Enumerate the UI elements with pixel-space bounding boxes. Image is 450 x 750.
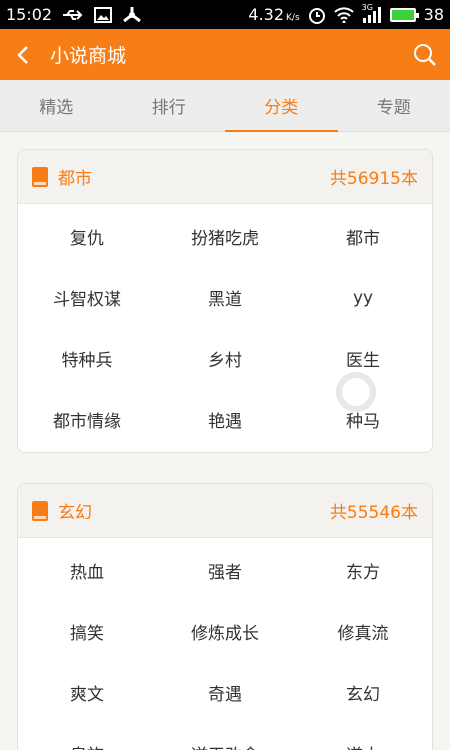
- battery-icon: [389, 7, 419, 22]
- tag-grid: 复仇 扮猪吃虎 都市 斗智权谋 黑道 yy 特种兵 乡村 医生 都市情缘 艳遇 …: [18, 204, 432, 452]
- book-icon: [32, 500, 48, 521]
- category-name: 玄幻: [58, 503, 92, 523]
- category-header[interactable]: 玄幻 共55546本: [18, 484, 432, 538]
- usb-icon: [62, 8, 84, 22]
- tag-item[interactable]: 道士: [294, 723, 432, 750]
- tag-grid: 热血 强者 东方 搞笑 修炼成长 修真流 爽文 奇遇 玄幻 皇族 逆天改命 道士: [18, 538, 432, 750]
- tag-item[interactable]: 都市情缘: [18, 389, 156, 450]
- tag-item[interactable]: 乡村: [156, 328, 294, 389]
- chevron-left-icon: [17, 45, 28, 64]
- status-time: 15:02: [6, 5, 53, 24]
- status-bar: 15:02 4.32 K/s 3G 38: [0, 0, 450, 29]
- tag-item[interactable]: 奇遇: [156, 662, 294, 723]
- app-bar: 小说商城: [0, 29, 450, 80]
- network-speed: 4.32 K/s: [248, 5, 300, 24]
- tag-item[interactable]: 逆天改命: [156, 723, 294, 750]
- loading-spinner: [336, 372, 376, 412]
- battery-level: 38: [423, 5, 444, 24]
- tab-featured[interactable]: 精选: [0, 80, 113, 131]
- tag-item[interactable]: 特种兵: [18, 328, 156, 389]
- tag-item[interactable]: 强者: [156, 540, 294, 601]
- tag-item[interactable]: 爽文: [18, 662, 156, 723]
- share-icon: [122, 6, 142, 24]
- tag-item[interactable]: 都市: [294, 206, 432, 267]
- search-button[interactable]: [400, 29, 450, 80]
- tag-item[interactable]: 黑道: [156, 267, 294, 328]
- tag-item[interactable]: 热血: [18, 540, 156, 601]
- tag-item[interactable]: 皇族: [18, 723, 156, 750]
- back-button[interactable]: [0, 29, 46, 80]
- signal-icon: 3G: [362, 3, 382, 23]
- search-icon: [414, 43, 436, 66]
- tag-item[interactable]: 东方: [294, 540, 432, 601]
- category-count: 共56915本: [329, 169, 418, 189]
- page-title: 小说商城: [50, 45, 127, 67]
- alarm-icon: [308, 6, 326, 24]
- tag-item[interactable]: 艳遇: [156, 389, 294, 450]
- image-icon: [94, 6, 113, 23]
- category-name: 都市: [58, 169, 92, 189]
- tag-item[interactable]: 玄幻: [294, 662, 432, 723]
- category-list: 都市 共56915本 复仇 扮猪吃虎 都市 斗智权谋 黑道 yy 特种兵 乡村 …: [0, 132, 450, 750]
- category-header[interactable]: 都市 共56915本: [18, 150, 432, 204]
- book-icon: [32, 166, 48, 187]
- tag-item[interactable]: 搞笑: [18, 601, 156, 662]
- tag-item[interactable]: 斗智权谋: [18, 267, 156, 328]
- wifi-icon: [333, 6, 354, 23]
- tag-item[interactable]: 复仇: [18, 206, 156, 267]
- tab-bar: 精选 排行 分类 专题: [0, 80, 450, 132]
- category-card-urban: 都市 共56915本 复仇 扮猪吃虎 都市 斗智权谋 黑道 yy 特种兵 乡村 …: [17, 149, 433, 453]
- tag-item[interactable]: yy: [294, 267, 432, 328]
- tab-ranking[interactable]: 排行: [113, 80, 226, 131]
- category-count: 共55546本: [329, 503, 418, 523]
- tab-topics[interactable]: 专题: [338, 80, 450, 131]
- tag-item[interactable]: 扮猪吃虎: [156, 206, 294, 267]
- tag-item[interactable]: 修炼成长: [156, 601, 294, 662]
- category-card-fantasy: 玄幻 共55546本 热血 强者 东方 搞笑 修炼成长 修真流 爽文 奇遇 玄幻…: [17, 483, 433, 750]
- tab-category[interactable]: 分类: [225, 80, 338, 132]
- tag-item[interactable]: 修真流: [294, 601, 432, 662]
